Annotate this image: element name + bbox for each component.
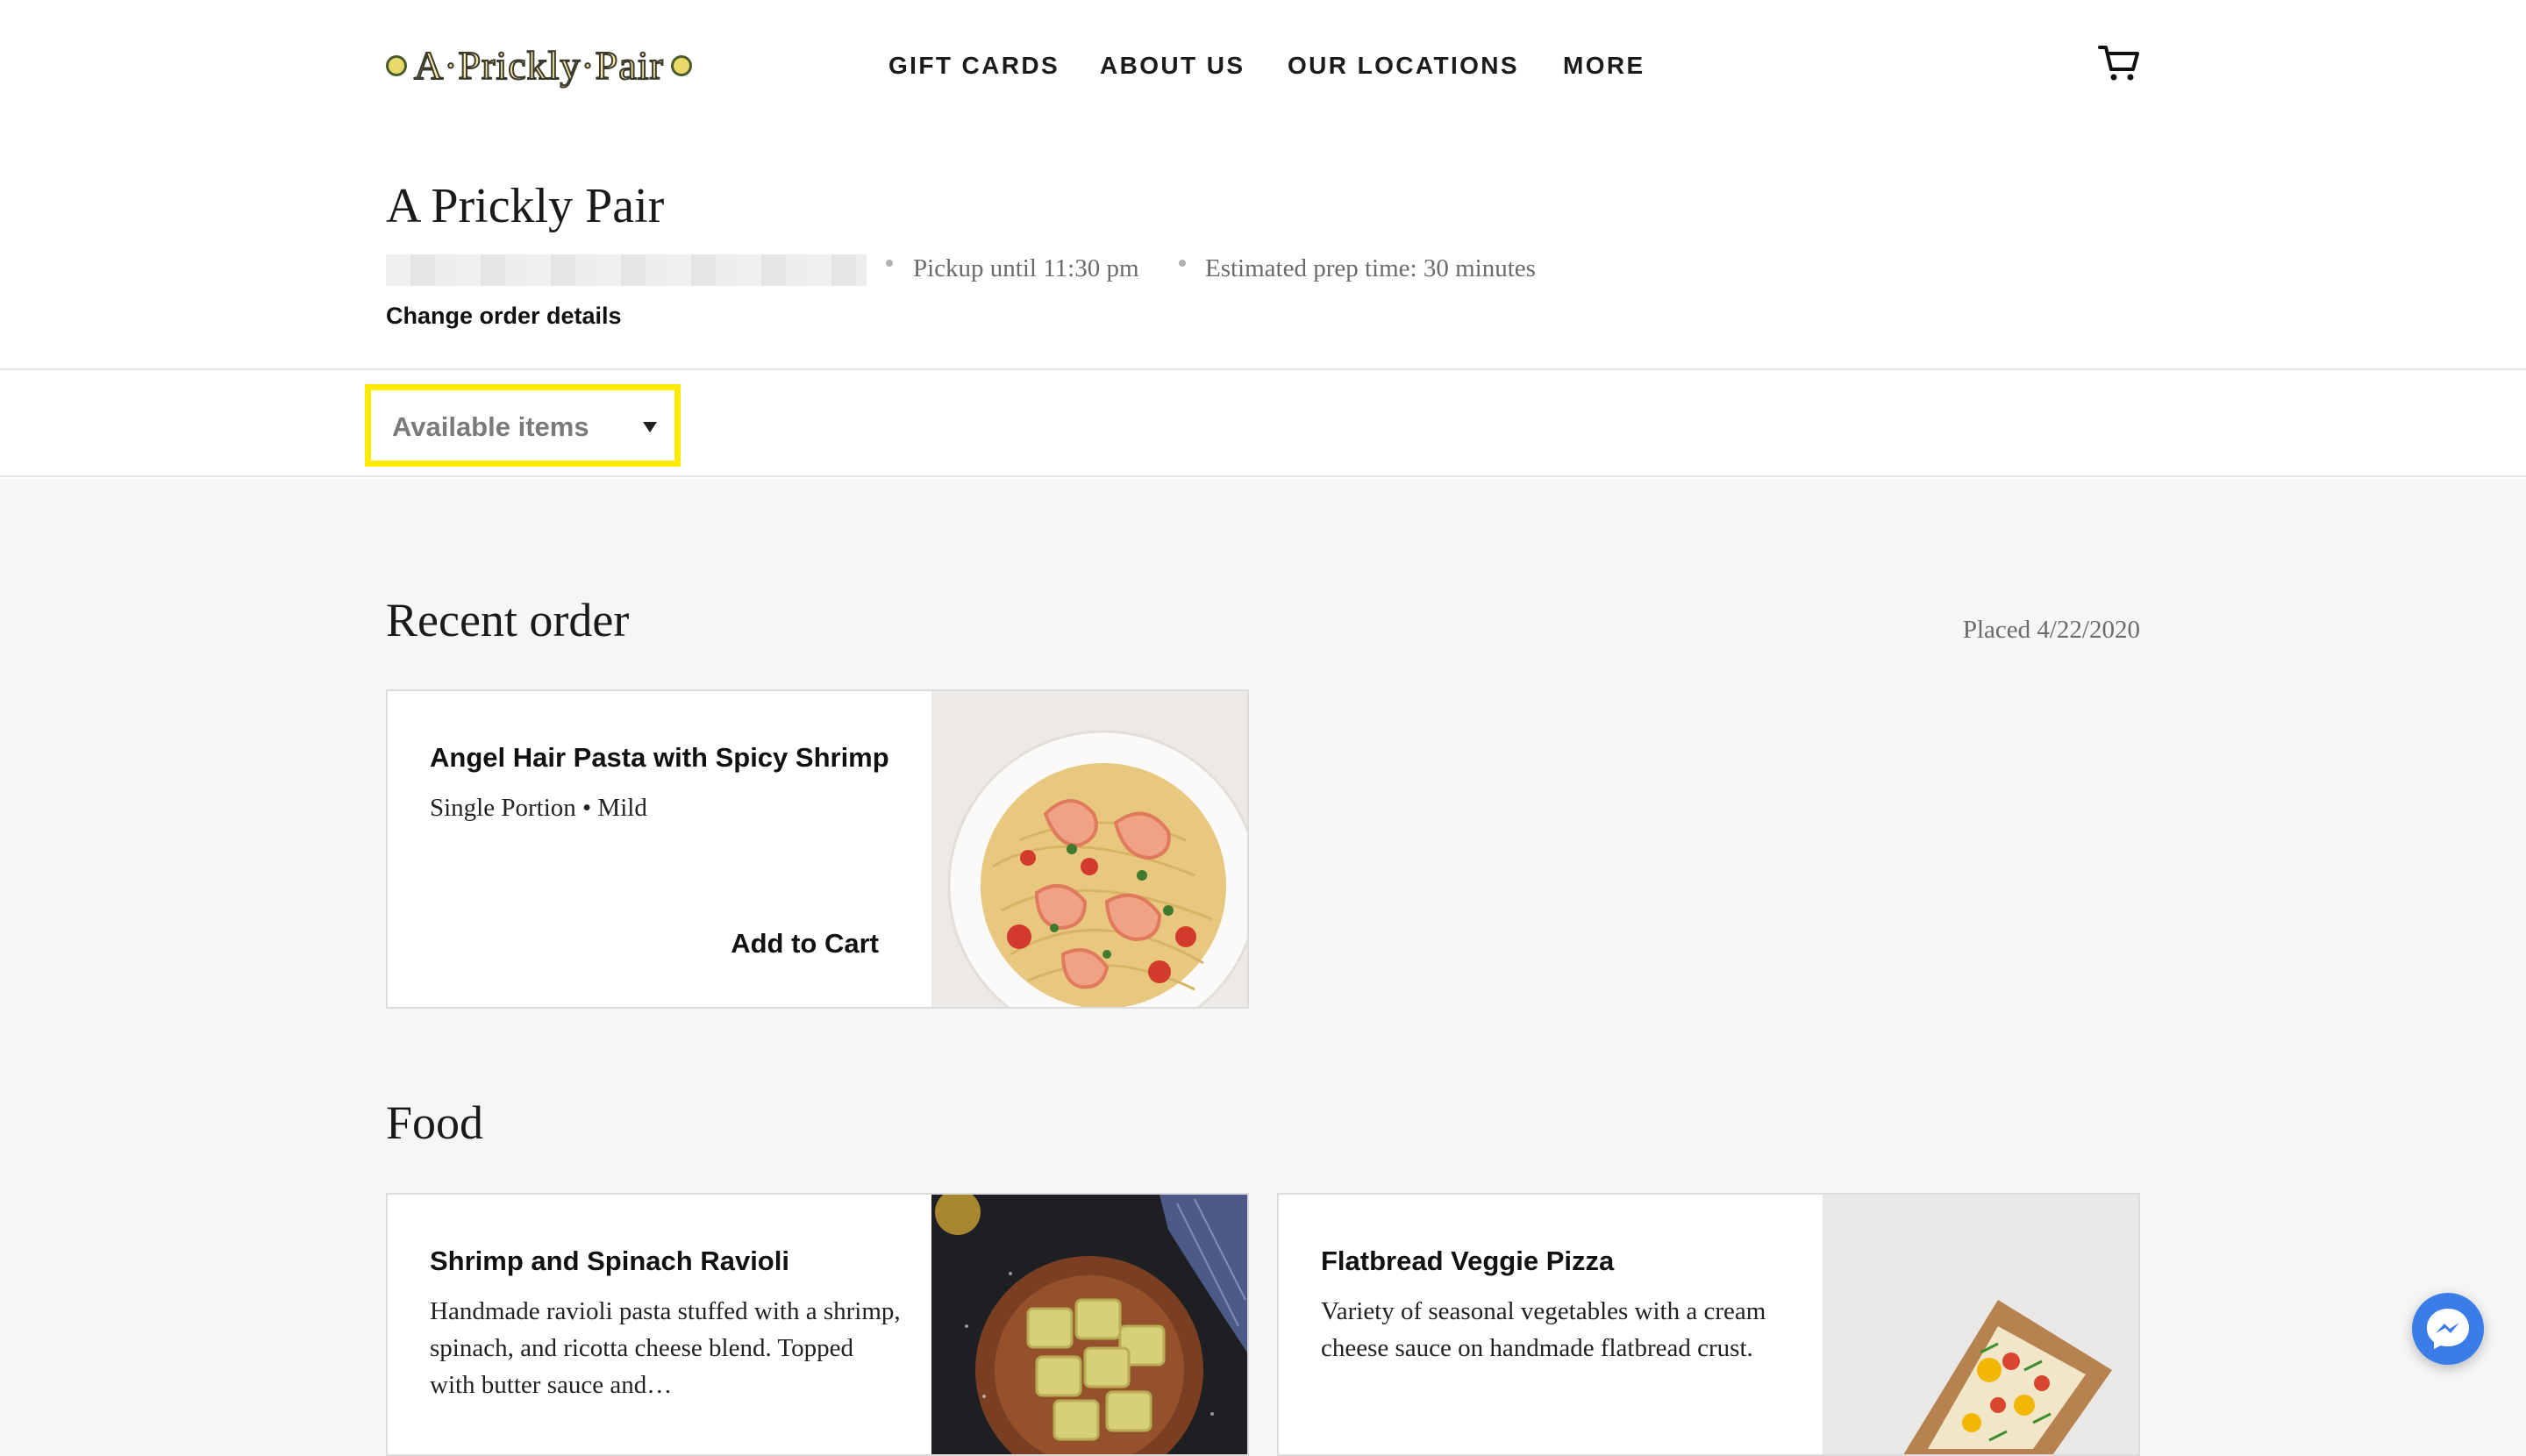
redacted-address [386, 254, 867, 286]
restaurant-name: A Prickly Pair [386, 179, 665, 233]
recent-order-heading: Recent order [386, 594, 630, 646]
item-name: Flatbread Veggie Pizza [1321, 1245, 1615, 1276]
pasta-shrimp-image [931, 691, 1247, 1007]
item-name: Shrimp and Spinach Ravioli [430, 1245, 789, 1276]
messenger-chat-button[interactable] [2412, 1293, 2484, 1365]
cart-icon[interactable] [2098, 44, 2140, 82]
nav-gift-cards[interactable]: GIFT CARDS [888, 51, 1060, 81]
change-order-details-link[interactable]: Change order details [386, 300, 622, 332]
placed-date: Placed 4/22/2020 [1962, 616, 2140, 644]
caret-down-icon [643, 422, 657, 432]
header-area: A·Prickly·Pair GIFT CARDS ABOUT US OUR L… [0, 0, 2526, 479]
item-options: Single Portion • Mild [430, 794, 647, 822]
menu-item-card[interactable]: Shrimp and Spinach Ravioli Handmade ravi… [386, 1193, 1249, 1456]
logo-flower-icon [386, 55, 407, 76]
pickup-time: Pickup until 11:30 pm [913, 254, 1139, 282]
ravioli-image [931, 1195, 1247, 1454]
flatbread-pizza-image [1823, 1195, 2138, 1454]
separator-dot [1179, 260, 1186, 267]
divider [0, 368, 2526, 370]
menu-item-card[interactable]: Flatbread Veggie Pizza Variety of season… [1277, 1193, 2140, 1456]
food-heading: Food [386, 1096, 484, 1149]
divider [0, 475, 2526, 477]
nav-more[interactable]: MORE [1563, 51, 1645, 81]
nav-about-us[interactable]: ABOUT US [1100, 51, 1245, 81]
item-name: Angel Hair Pasta with Spicy Shrimp [430, 742, 889, 773]
separator-dot [886, 260, 893, 267]
messenger-icon [2427, 1309, 2469, 1349]
item-description: Handmade ravioli pasta stuffed with a sh… [430, 1297, 901, 1399]
dropdown-label: Available items [392, 411, 589, 442]
nav-our-locations[interactable]: OUR LOCATIONS [1288, 51, 1519, 81]
add-to-cart-button[interactable]: Add to Cart [731, 926, 879, 961]
logo-flower-icon [670, 55, 692, 76]
logo[interactable]: A·Prickly·Pair [386, 43, 724, 89]
logo-text: A·Prickly·Pair [413, 43, 664, 89]
item-description: Variety of seasonal vegetables with a cr… [1321, 1297, 1766, 1362]
prep-time: Estimated prep time: 30 minutes [1205, 254, 1536, 282]
available-items-dropdown[interactable]: Available items [365, 384, 681, 467]
recent-order-card[interactable]: Angel Hair Pasta with Spicy Shrimp Singl… [386, 689, 1249, 1009]
